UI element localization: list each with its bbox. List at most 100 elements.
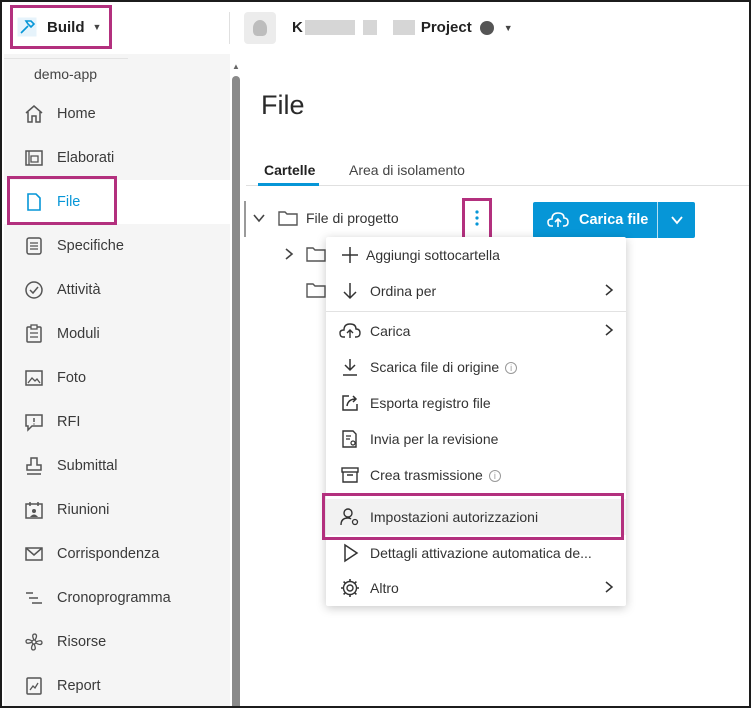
folder-context-menu: Aggiungi sottocartella Ordina per Carica… <box>326 237 626 606</box>
menu-item-dettagli-attivazione[interactable]: Dettagli attivazione automatica de... <box>326 535 626 571</box>
sidebar-item-label: Risorse <box>57 634 107 650</box>
sidebar-item-label: Moduli <box>57 326 100 342</box>
menu-item-invia-per-la-revisione[interactable]: Invia per la revisione <box>326 421 626 457</box>
tree-row-child[interactable] <box>282 246 326 262</box>
menu-item-label-with-info: Crea trasmissione i <box>370 467 501 483</box>
sidebar-item-riunioni[interactable]: Riunioni <box>4 488 230 532</box>
schedule-icon <box>23 587 45 609</box>
clipboard-icon <box>23 323 45 345</box>
sidebar-item-elaborati[interactable]: Elaborati <box>4 136 230 180</box>
highlight-annotation <box>7 176 117 225</box>
product-label: Build <box>47 18 85 36</box>
menu-item-scarica-file-di-origine[interactable]: Scarica file di origine i <box>326 349 626 385</box>
upload-file-button[interactable]: Carica file <box>533 202 695 238</box>
menu-item-carica[interactable]: Carica <box>326 313 626 349</box>
more-options-button[interactable] <box>462 198 492 241</box>
review-icon <box>339 428 361 450</box>
sidebar-item-label: Foto <box>57 370 87 386</box>
menu-item-label: Carica <box>370 323 411 339</box>
folder-icon <box>306 246 326 262</box>
chevron-right-icon[interactable] <box>282 247 296 261</box>
product-switcher-button[interactable]: Build ▼ <box>10 5 112 49</box>
info-icon[interactable]: i <box>505 362 518 375</box>
upload-file-label: Carica file <box>579 212 649 228</box>
tabs-divider <box>246 185 749 186</box>
sidebar-item-rfi[interactable]: RFI <box>4 400 230 444</box>
info-icon[interactable]: i <box>488 470 501 483</box>
sidebar-item-cronoprogramma[interactable]: Cronoprogramma <box>4 576 230 620</box>
scroll-up-icon[interactable]: ▲ <box>232 62 240 71</box>
hammer-icon <box>17 17 37 37</box>
specifications-icon <box>23 235 45 257</box>
rfi-icon <box>23 411 45 433</box>
sidebar-item-moduli[interactable]: Moduli <box>4 312 230 356</box>
archive-icon <box>339 464 361 486</box>
redacted-block <box>304 20 355 35</box>
redacted-block <box>362 20 377 35</box>
sidebar-item-home[interactable]: Home <box>4 92 230 136</box>
tree-label: File di progetto <box>306 210 399 226</box>
project-logo <box>244 12 276 44</box>
menu-item-ordina-per[interactable]: Ordina per <box>326 273 626 309</box>
sidebar-item-label: Cronoprogramma <box>57 590 171 606</box>
project-name-suffix: Project <box>420 19 472 36</box>
page-title: File <box>261 90 305 120</box>
chevron-right-icon <box>604 283 614 300</box>
stamp-icon <box>23 455 45 477</box>
sidebar-item-submittal[interactable]: Submittal <box>4 444 230 488</box>
photo-icon <box>23 367 45 389</box>
project-name-prefix: K <box>292 19 303 36</box>
cloud-upload-icon <box>339 320 361 342</box>
sidebar-item-specifiche[interactable]: Specifiche <box>4 224 230 268</box>
sidebar-item-label: Elaborati <box>57 150 115 166</box>
tab-cartelle[interactable]: Cartelle <box>264 162 315 178</box>
scrollbar-thumb[interactable] <box>232 76 240 706</box>
divider <box>657 202 658 238</box>
menu-item-altro[interactable]: Altro <box>326 570 626 606</box>
sidebar-item-label: Specifiche <box>57 238 124 254</box>
gear-icon <box>339 577 361 599</box>
sidebar-item-foto[interactable]: Foto <box>4 356 230 400</box>
chevron-down-icon[interactable] <box>670 213 684 230</box>
tree-row-child[interactable] <box>306 282 326 298</box>
export-icon <box>339 392 361 414</box>
sidebar-item-attivita[interactable]: Attività <box>4 268 230 312</box>
project-selector[interactable]: K Project ▼ <box>292 19 513 36</box>
menu-divider <box>326 311 626 312</box>
menu-item-esporta-registro-file[interactable]: Esporta registro file <box>326 385 626 421</box>
mail-icon <box>23 543 45 565</box>
chevron-down-icon[interactable] <box>252 211 266 225</box>
vertical-ellipsis-icon <box>474 209 480 230</box>
caret-down-icon: ▼ <box>503 22 513 33</box>
sidebar-item-label: Attività <box>57 282 101 298</box>
highlight-annotation <box>322 493 624 540</box>
divider <box>229 12 230 44</box>
menu-item-label: Invia per la revisione <box>370 431 499 447</box>
home-icon <box>23 103 45 125</box>
chevron-right-icon <box>604 580 614 597</box>
tree-row-root[interactable]: File di progetto <box>252 210 399 226</box>
chevron-right-icon <box>604 323 614 340</box>
tab-area-di-isolamento[interactable]: Area di isolamento <box>349 162 465 178</box>
report-icon <box>23 675 45 697</box>
menu-item-aggiungi-sottocartella[interactable]: Aggiungi sottocartella <box>326 237 626 273</box>
app-window: Build ▼ K Project ▼ demo-app Home Elabor… <box>0 0 751 708</box>
menu-item-crea-trasmissione[interactable]: Crea trasmissione i <box>326 457 626 493</box>
plus-icon <box>339 244 361 266</box>
download-icon <box>339 356 361 378</box>
sidebar-item-report[interactable]: Report <box>4 664 230 706</box>
sidebar-scrollbar[interactable]: ▲ <box>231 60 241 706</box>
arrow-down-icon <box>339 280 361 302</box>
menu-item-label: Scarica file di origine <box>370 359 500 375</box>
sidebar-item-label: Riunioni <box>57 502 110 518</box>
meeting-icon <box>23 499 45 521</box>
divider <box>4 58 128 59</box>
sidebar-item-corrispondenza[interactable]: Corrispondenza <box>4 532 230 576</box>
sidebar-item-risorse[interactable]: Risorse <box>4 620 230 664</box>
menu-item-label-with-info: Scarica file di origine i <box>370 359 518 375</box>
sidebar-item-label: Home <box>57 106 96 122</box>
menu-item-label: Dettagli attivazione automatica de... <box>370 545 592 561</box>
active-tab-indicator <box>258 183 319 186</box>
sheets-icon <box>23 147 45 169</box>
sidebar-item-label: Submittal <box>57 458 118 474</box>
